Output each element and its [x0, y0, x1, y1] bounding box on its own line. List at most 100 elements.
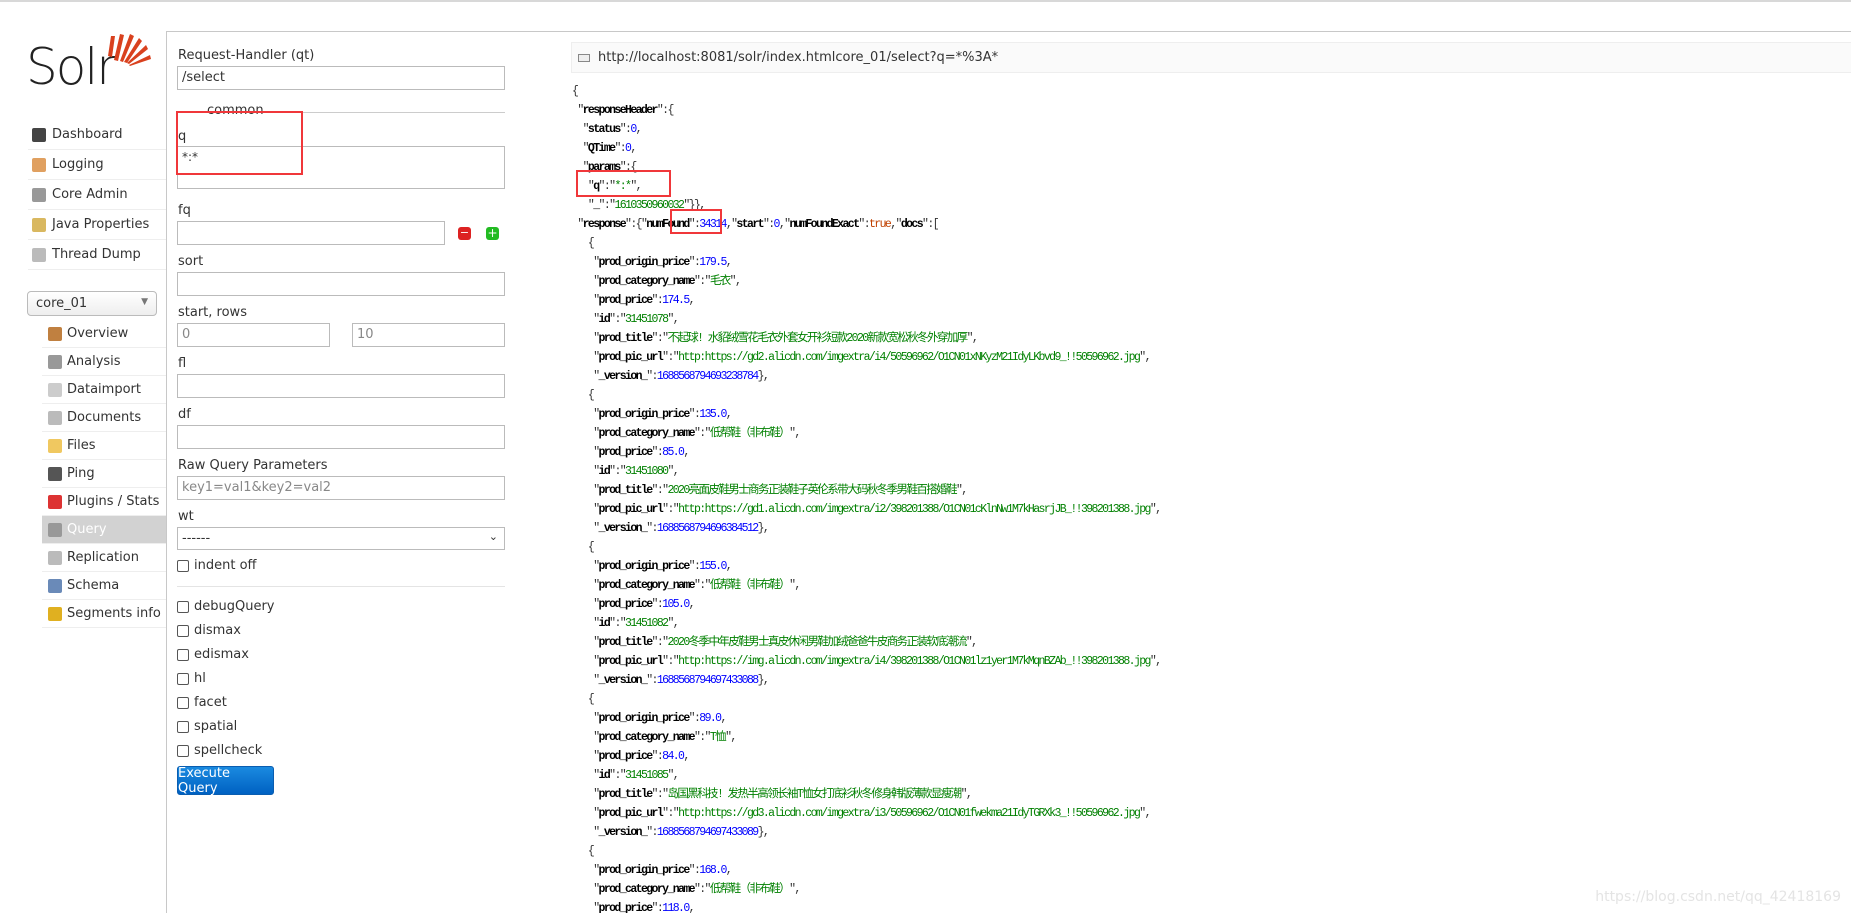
df-label: df — [178, 407, 191, 422]
core-nav-item-dataimport[interactable]: Dataimport — [42, 376, 166, 404]
core-nav-item-files[interactable]: Files — [42, 432, 166, 460]
json-number: 1688568794697433089 — [656, 826, 759, 839]
core-nav-item-documents[interactable]: Documents — [42, 404, 166, 432]
core-nav-item-plugins-stats[interactable]: Plugins / Stats — [42, 488, 166, 516]
json-response: { "responseHeader":{ "status":0, "QTime"… — [572, 82, 1851, 913]
json-key: prod_pic_url — [598, 351, 664, 364]
solr-logo[interactable]: Solr — [26, 30, 156, 100]
json-number: 174.5 — [662, 294, 690, 307]
json-key: id — [598, 465, 611, 478]
json-line: "prod_pic_url":"http:https://gd2.alicdn.… — [593, 351, 1151, 364]
json-key: prod_origin_price — [598, 864, 691, 877]
nav-item-dashboard[interactable]: Dashboard — [28, 120, 166, 150]
json-number: 0 — [773, 218, 781, 231]
json-key: start — [736, 218, 764, 231]
thread-dump-icon — [32, 247, 46, 262]
fl-input[interactable] — [177, 374, 505, 398]
json-line: "QTime":0, — [582, 142, 638, 155]
checkbox-box[interactable] — [177, 559, 189, 572]
fq-input[interactable] — [177, 221, 445, 245]
magnifier-icon — [48, 522, 62, 537]
json-key: _version_ — [598, 522, 648, 535]
wt-select[interactable]: ------ ⌄ — [177, 527, 505, 550]
json-key: QTime — [587, 142, 616, 155]
json-key: prod_category_name — [598, 275, 696, 288]
core-nav-item-replication[interactable]: Replication — [42, 544, 166, 572]
checkbox-box[interactable] — [177, 720, 189, 733]
json-key: prod_origin_price — [598, 560, 691, 573]
json-number: 1688568794697433088 — [656, 674, 759, 687]
json-line: "response":{"numFound":34314,"start":0,"… — [577, 218, 939, 231]
indent-checkbox[interactable]: indent off — [177, 558, 256, 573]
debugquery-checkbox[interactable]: debugQuery — [177, 599, 275, 614]
core-selector[interactable]: core_01 ▼ — [27, 291, 157, 316]
json-key: prod_category_name — [598, 579, 696, 592]
rows-input[interactable]: 10 — [352, 323, 505, 347]
core-nav-item-ping[interactable]: Ping — [42, 460, 166, 488]
fq-label: fq — [178, 203, 191, 218]
json-string: 31451078 — [625, 313, 669, 326]
start-input[interactable]: 0 — [177, 323, 330, 347]
json-key: numFoundExact — [789, 218, 860, 231]
json-line: "prod_price":105.0, — [593, 598, 695, 611]
edismax-checkbox[interactable]: edismax — [177, 647, 249, 662]
checkbox-box[interactable] — [177, 696, 189, 709]
replication-icon — [48, 550, 62, 565]
json-string: 低帮鞋（非布鞋） — [709, 579, 791, 592]
json-number: 118.0 — [662, 902, 690, 913]
core-nav-item-overview[interactable]: Overview — [42, 320, 166, 348]
facet-checkbox[interactable]: facet — [177, 695, 227, 710]
core-nav-item-label: Analysis — [67, 354, 121, 369]
json-line: "prod_title":"2020亮面皮鞋男士商务正装鞋子英伦系带大码秋冬季男… — [593, 484, 968, 497]
nav-item-java-properties[interactable]: Java Properties — [28, 210, 166, 240]
request-handler-input[interactable]: /select — [177, 66, 505, 90]
json-number: 89.0 — [699, 712, 722, 725]
nav-item-core-admin[interactable]: Core Admin — [28, 180, 166, 210]
json-string: 不起球! 水貂绒雪花毛衣外套女开衫短款2020新款宽松秋冬外穿加厚 — [667, 332, 968, 345]
json-line: "prod_pic_url":"http:https://gd3.alicdn.… — [593, 807, 1151, 820]
checkbox-box[interactable] — [177, 624, 189, 637]
nav-item-label: Dashboard — [52, 127, 123, 142]
nav-item-thread-dump[interactable]: Thread Dump — [28, 240, 166, 270]
ping-icon — [48, 466, 62, 481]
core-nav-item-query[interactable]: Query — [42, 516, 166, 544]
checkbox-box[interactable] — [177, 744, 189, 757]
checkbox-box[interactable] — [177, 648, 189, 661]
json-line: { — [587, 693, 595, 706]
df-input[interactable] — [177, 425, 505, 449]
json-line: "prod_origin_price":179.5, — [593, 256, 732, 269]
json-key: prod_title — [598, 788, 654, 801]
checkbox-box[interactable] — [177, 672, 189, 685]
nav-item-logging[interactable]: Logging — [28, 150, 166, 180]
core-nav-item-analysis[interactable]: Analysis — [42, 348, 166, 376]
json-line: "prod_category_name":"毛衣", — [593, 275, 742, 288]
json-line: "prod_origin_price":168.0, — [593, 864, 732, 877]
hl-checkbox[interactable]: hl — [177, 671, 206, 686]
sort-input[interactable] — [177, 272, 505, 296]
json-line: "prod_category_name":"T恤", — [593, 731, 737, 744]
json-line: "prod_pic_url":"http:https://gd1.alicdn.… — [593, 503, 1162, 516]
remove-fq-icon[interactable]: − — [458, 227, 471, 240]
json-key: responseHeader — [582, 104, 659, 117]
facet-label: facet — [194, 695, 227, 710]
json-key: prod_origin_price — [598, 408, 691, 421]
json-line: { — [587, 845, 595, 858]
execute-query-button[interactable]: Execute Query — [177, 766, 274, 796]
add-fq-icon[interactable]: + — [486, 227, 499, 240]
json-line: "prod_origin_price":155.0, — [593, 560, 732, 573]
json-line: "id":"31451085", — [593, 769, 679, 782]
raw-query-input[interactable]: key1=val1&key2=val2 — [177, 476, 505, 500]
checkbox-box[interactable] — [177, 600, 189, 613]
json-string: 31451085 — [625, 769, 669, 782]
query-url-link[interactable]: http://localhost:8081/solr/index.htmlcor… — [571, 42, 1851, 73]
dismax-checkbox[interactable]: dismax — [177, 623, 241, 638]
core-nav-item-segments-info[interactable]: Segments info — [42, 600, 166, 628]
spatial-checkbox[interactable]: spatial — [177, 719, 237, 734]
json-line: "_version_":1688568794697433089}, — [593, 826, 770, 839]
json-key: id — [598, 769, 611, 782]
json-string: http:https://gd3.alicdn.com/imgextra/i3/… — [678, 807, 1141, 820]
core-nav-item-schema[interactable]: Schema — [42, 572, 166, 600]
json-line: "id":"31451078", — [593, 313, 679, 326]
spellcheck-checkbox[interactable]: spellcheck — [177, 743, 262, 758]
json-key: prod_category_name — [598, 731, 696, 744]
